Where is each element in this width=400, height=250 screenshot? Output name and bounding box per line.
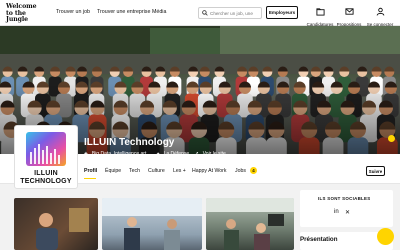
tab-profil[interactable]: Profil — [84, 168, 97, 174]
employeurs-button[interactable]: Employeurs — [266, 6, 298, 19]
follow-button[interactable]: Suivre — [366, 166, 385, 176]
candidatures-link[interactable]: Candidatures — [305, 3, 335, 27]
chat-bubble-icon[interactable] — [377, 228, 394, 245]
social-title: ILS SONT SOCIABLES — [318, 196, 371, 201]
company-name: ILLUIN Technology — [84, 137, 175, 148]
propositions-link[interactable]: Propositions — [334, 3, 364, 27]
gallery-photo-2[interactable] — [102, 198, 202, 250]
user-icon — [376, 7, 384, 16]
linkedin-icon[interactable]: in — [334, 209, 339, 215]
logo-wordmark-line2: TECHNOLOGY — [20, 177, 72, 185]
office-photo — [102, 198, 202, 250]
meeting-photo — [206, 198, 294, 250]
active-tab-indicator — [84, 178, 96, 180]
search-icon — [202, 10, 208, 16]
company-meta: ◈ Big Data, Intelligence art… ⌖ La Défense… — [84, 151, 230, 157]
illuin-logo-mark — [26, 132, 66, 166]
tab-equipe[interactable]: Équipe — [105, 168, 121, 174]
gallery-photo-3[interactable] — [206, 198, 294, 250]
mail-icon — [344, 8, 354, 15]
x-twitter-icon[interactable]: ✕ — [345, 209, 350, 216]
social-card: ILS SONT SOCIABLES in ✕ — [300, 190, 393, 227]
person-photo — [36, 208, 89, 250]
search-box[interactable] — [198, 7, 262, 19]
company-location[interactable]: La Défense — [164, 151, 190, 157]
tab-les-plus[interactable]: Les + — [173, 168, 186, 174]
company-logo: ILLUIN TECHNOLOGY — [14, 125, 78, 189]
link-icon: ↗ — [194, 151, 199, 157]
cover-next-dot[interactable] — [388, 135, 395, 142]
logo-wordmark-line1: ILLUIN — [34, 170, 58, 177]
presentation-title: Présentation — [300, 236, 338, 243]
login-link[interactable]: Se connecter — [364, 3, 396, 27]
gallery-photo-1[interactable] — [14, 198, 98, 250]
tab-culture[interactable]: Culture — [148, 168, 165, 174]
nav-find-job[interactable]: Trouver un job — [56, 9, 90, 15]
location-icon: ⌖ — [156, 151, 160, 157]
company-sector: Big Data, Intelligence art… — [91, 151, 152, 157]
logo-wordmark: ILLUIN TECHNOLOGY — [15, 170, 77, 185]
nav-media[interactable]: Média — [152, 9, 166, 15]
logo-line2: to the Jungle — [6, 9, 28, 23]
tab-happy-at-work[interactable]: Happy At Work — [192, 168, 227, 174]
company-website[interactable]: Voir le site — [203, 151, 226, 157]
top-navbar: Welcome to the Jungle Trouver un job Tro… — [0, 0, 400, 27]
folder-icon — [315, 8, 325, 16]
jobs-count-badge: 4 — [250, 167, 257, 174]
site-logo[interactable]: Welcome to the Jungle — [6, 3, 46, 24]
search-input[interactable] — [210, 9, 260, 18]
sector-icon: ◈ — [84, 151, 88, 157]
nav-find-company[interactable]: Trouver une entreprise — [97, 9, 150, 15]
tab-jobs[interactable]: Jobs — [235, 168, 246, 174]
photo-gallery — [14, 198, 294, 250]
tab-tech[interactable]: Tech — [129, 168, 140, 174]
